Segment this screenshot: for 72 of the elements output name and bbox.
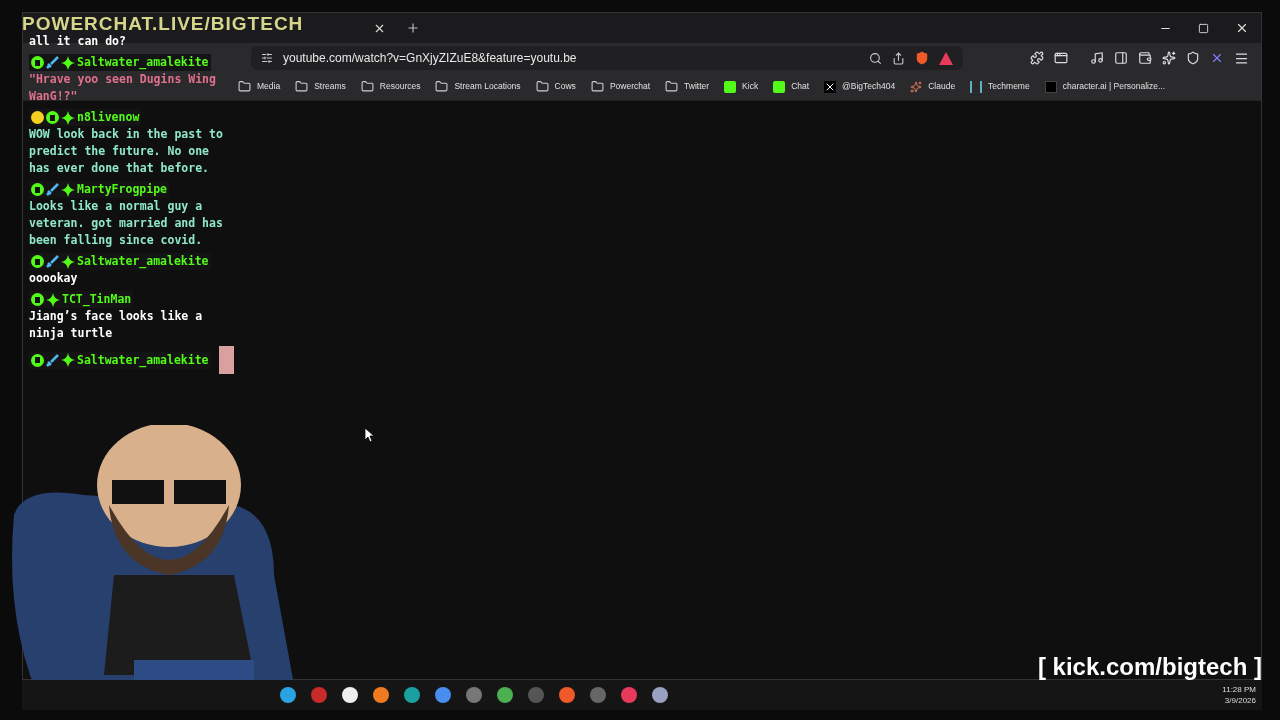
bookmark-item[interactable]: Media xyxy=(238,80,281,93)
site-settings-icon[interactable] xyxy=(261,52,273,64)
clock-date: 3/9/2026 xyxy=(1224,695,1256,706)
app-icon[interactable] xyxy=(497,687,513,703)
close-window-icon[interactable] xyxy=(1235,21,1249,35)
sword-badge-icon xyxy=(46,56,59,69)
chat-message-text: all it can do? xyxy=(29,33,127,50)
share-icon[interactable] xyxy=(892,51,905,65)
bookmark-item[interactable]: Stream Locations xyxy=(435,80,521,93)
x-logo-icon xyxy=(824,80,837,93)
folder-icon xyxy=(665,80,679,93)
bookmark-item[interactable]: Resources xyxy=(360,80,421,93)
app-icon[interactable] xyxy=(280,687,296,703)
chat-message-text: Looks like a normal guy a veteran. got married and has been falling since covid. xyxy=(29,198,224,249)
diamond-badge-icon xyxy=(61,110,75,125)
chat-username: n8livenow xyxy=(77,109,140,126)
chat-username: Saltwater_amalekite xyxy=(77,54,209,71)
sword-badge-icon xyxy=(46,183,59,196)
diamond-badge-icon xyxy=(61,55,75,70)
diamond-badge-icon xyxy=(46,292,60,307)
diamond-badge-icon xyxy=(61,182,75,197)
folder-icon xyxy=(295,80,309,93)
shield-icon[interactable] xyxy=(1186,51,1200,65)
sidebar-icon[interactable] xyxy=(1114,51,1128,65)
chat-message-text: WOW look back in the past to predict the future. No one has ever done that before. xyxy=(29,126,224,177)
app-icon[interactable] xyxy=(373,687,389,703)
sparkle-icon[interactable] xyxy=(1162,51,1176,65)
cross-logo-icon[interactable] xyxy=(1210,51,1224,65)
sword-badge-icon xyxy=(46,255,59,268)
chat-message-text: ooookay xyxy=(29,270,78,287)
bookmark-item[interactable]: Streams xyxy=(295,80,346,93)
folder-icon xyxy=(238,80,251,93)
app-icon[interactable] xyxy=(342,687,358,703)
maximize-icon[interactable] xyxy=(1198,22,1209,34)
clock-time: 11:28 PM xyxy=(1222,684,1256,695)
bookmark-item[interactable]: Chat xyxy=(773,80,810,93)
bookmark-item[interactable]: Claude xyxy=(910,80,956,93)
bookmark-item[interactable]: Twitter xyxy=(665,80,710,93)
app-icon[interactable] xyxy=(652,687,668,703)
starburst-icon xyxy=(910,80,923,93)
bookmark-item[interactable]: Powerchat xyxy=(590,80,651,93)
diamond-badge-icon xyxy=(61,353,75,367)
bookmark-item[interactable]: Kick xyxy=(724,80,759,93)
diamond-badge-icon xyxy=(61,254,75,269)
overlay-title: POWERCHAT.LIVE/BIGTECH xyxy=(22,14,304,33)
new-tab-icon[interactable] xyxy=(406,21,420,35)
chat-message-text: Jiang’s face looks like a ninja turtle xyxy=(29,308,204,342)
zoom-icon[interactable] xyxy=(869,51,882,65)
chat-username: Saltwater_amalekite xyxy=(77,253,209,270)
wallet-icon[interactable] xyxy=(1138,51,1152,65)
chat-username: MartyFrogpipe xyxy=(77,181,167,198)
folder-icon xyxy=(590,80,604,93)
bookmark-item[interactable]: character.ai | Personalize... xyxy=(1044,80,1166,93)
mouse-cursor-icon xyxy=(365,428,375,443)
address-bar[interactable]: youtube.com/watch?v=GnXjyZIZuE8&feature=youtu.be xyxy=(251,46,963,70)
sun-badge-icon xyxy=(31,111,44,124)
folder-icon xyxy=(435,80,449,93)
folder-icon xyxy=(360,80,374,93)
folder-icon xyxy=(535,80,549,93)
chat-username: TCT_TinMan xyxy=(62,291,132,308)
bookmark-item[interactable]: Cows xyxy=(535,80,576,93)
app-icon[interactable] xyxy=(404,687,420,703)
chat-username: Saltwater_amalekite xyxy=(77,351,209,369)
chat-message-text: "Hrave yoo seen Dugins Wing WanG!?" xyxy=(29,71,217,105)
music-note-icon[interactable] xyxy=(1090,51,1104,65)
menu-icon[interactable] xyxy=(1234,50,1249,66)
bookmark-item[interactable]: Techmeme xyxy=(970,80,1030,93)
url-text: youtube.com/watch?v=GnXjyZIZuE8&feature=youtu.be xyxy=(283,50,578,67)
extensions-icon[interactable] xyxy=(1030,51,1044,65)
triangle-icon[interactable] xyxy=(939,51,953,65)
bookmark-item[interactable]: @BigTech404 xyxy=(824,80,896,93)
sword-badge-icon xyxy=(46,353,59,367)
